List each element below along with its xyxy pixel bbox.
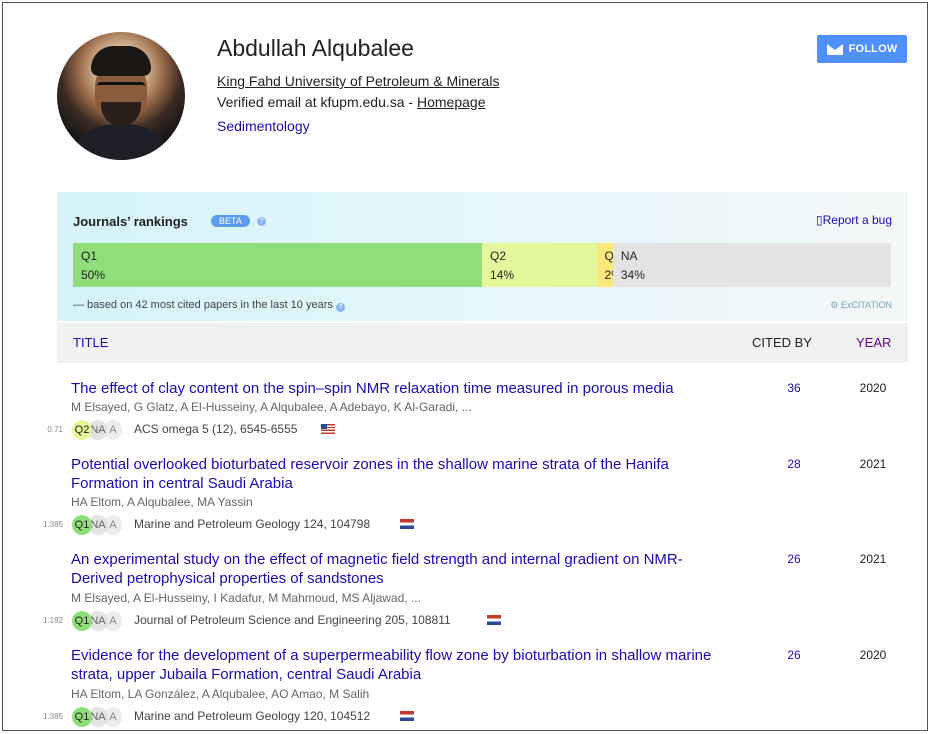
impact-metric: 1.385 (42, 520, 63, 529)
title-column-header[interactable]: TITLE (73, 335, 108, 350)
quartile-badges[interactable]: Q1 NA A (72, 611, 132, 631)
paper-title-link[interactable]: The effect of clay content on the spin–s… (71, 379, 731, 398)
paper-title-link[interactable]: Evidence for the development of a superp… (71, 646, 731, 684)
homepage-link[interactable]: Homepage (417, 94, 486, 110)
segment-percent: 2% (605, 266, 622, 285)
bug-icon: ▯ (816, 213, 823, 227)
cited-by-link[interactable]: 26 (777, 552, 811, 566)
follow-label: FOLLOW (848, 43, 898, 55)
profile-name: Abdullah Alqubalee (217, 35, 414, 61)
paper-venue: Marine and Petroleum Geology 124, 104798 (134, 517, 371, 531)
interest-link[interactable]: Sedimentology (217, 118, 310, 134)
impact-metric: 1.192 (42, 616, 63, 625)
affiliation-link[interactable]: King Fahd University of Petroleum & Mine… (217, 73, 499, 89)
table-header: TITLE CITED BY YEAR (57, 323, 908, 363)
quartile-badge: Q1 (72, 611, 92, 631)
segment-label: Q2 (490, 249, 507, 263)
segment-q1[interactable]: Q1 50% (73, 243, 482, 287)
year-column-header[interactable]: YEAR (856, 335, 891, 350)
segment-percent: 14% (490, 268, 515, 282)
quartile-badge: Q2 (72, 420, 92, 440)
paper-venue: Marine and Petroleum Geology 120, 104512 (134, 709, 371, 723)
paper-year: 2020 (859, 648, 887, 662)
segment-q3[interactable]: Q3 2% (596, 243, 622, 287)
avatar-glasses (97, 82, 145, 97)
avatar-body (65, 124, 177, 160)
quartile-badges[interactable]: Q2 NA A (72, 420, 132, 440)
impact-metric: 0.71 (47, 425, 63, 434)
avatar (57, 32, 185, 160)
journals-rankings-panel: Journals’ rankings BETA ? ▯Report a bug … (57, 192, 908, 321)
rankings-bar: Q1 50% Q2 14% Q3 2% NA 34% (73, 243, 891, 287)
envelope-icon (826, 43, 843, 55)
segment-q2[interactable]: Q2 14% (482, 243, 597, 287)
cited-by-link[interactable]: 26 (777, 648, 811, 662)
profile-page: Abdullah Alqubalee King Fahd University … (2, 2, 928, 731)
verified-email-text: Verified email at kfupm.edu.sa - (217, 94, 417, 110)
segment-label: NA (620, 249, 638, 263)
paper-venue: Journal of Petroleum Science and Enginee… (134, 613, 451, 627)
report-bug-label: Report a bug (822, 213, 892, 227)
netherlands-flag-icon (400, 711, 414, 721)
paper-year: 2020 (859, 381, 887, 395)
segment-label: Q3 (605, 247, 621, 266)
netherlands-flag-icon (487, 615, 501, 625)
report-bug-link[interactable]: ▯Report a bug (816, 213, 892, 227)
provider-name: ExCITATION (840, 300, 892, 310)
paper-authors: M Elsayed, G Glatz, A El-Husseiny, A Alq… (71, 400, 472, 414)
paper-authors: HA Eltom, A Alqubalee, MA Yassin (71, 495, 253, 509)
cited-by-column-header: CITED BY (752, 335, 812, 350)
help-icon[interactable]: ? (335, 303, 345, 312)
netherlands-flag-icon (400, 519, 414, 529)
help-icon[interactable]: ? (257, 217, 266, 226)
impact-metric: 1.385 (42, 712, 63, 721)
segment-percent: 34% (620, 268, 645, 282)
excitation-logo: ⚙ ExCITATION (830, 300, 892, 310)
email-line: Verified email at kfupm.edu.sa - Homepag… (217, 94, 486, 110)
paper-authors: M Elsayed, A El-Husseiny, I Kadafur, M M… (71, 591, 421, 605)
beta-badge: BETA (211, 215, 250, 227)
paper-title-link[interactable]: An experimental study on the effect of m… (71, 550, 731, 588)
rankings-basis-note: — based on 42 most cited papers in the l… (73, 299, 345, 312)
quartile-badge: Q1 (72, 707, 92, 727)
cited-by-link[interactable]: 28 (777, 457, 811, 471)
paper-venue: ACS omega 5 (12), 6545-6555 (134, 422, 298, 436)
paper-year: 2021 (859, 457, 887, 471)
paper-year: 2021 (859, 552, 887, 566)
follow-button[interactable]: FOLLOW (817, 35, 907, 63)
quartile-badges[interactable]: Q1 NA A (72, 515, 132, 535)
cited-by-link[interactable]: 36 (777, 381, 811, 395)
rankings-title: Journals’ rankings (73, 214, 188, 229)
avatar-beard (101, 102, 141, 126)
paper-title-link[interactable]: Potential overlooked bioturbated reservo… (71, 455, 731, 493)
segment-label: Q1 (81, 249, 98, 263)
quartile-badges[interactable]: Q1 NA A (72, 707, 132, 727)
us-flag-icon (321, 424, 335, 434)
basis-text: — based on 42 most cited papers in the l… (73, 299, 333, 311)
quartile-badge: Q1 (72, 515, 92, 535)
avatar-hair (91, 46, 151, 76)
segment-percent: 50% (81, 268, 106, 282)
segment-na[interactable]: NA 34% (612, 243, 891, 287)
paper-authors: HA Eltom, LA González, A Alqubalee, AO A… (71, 687, 370, 701)
